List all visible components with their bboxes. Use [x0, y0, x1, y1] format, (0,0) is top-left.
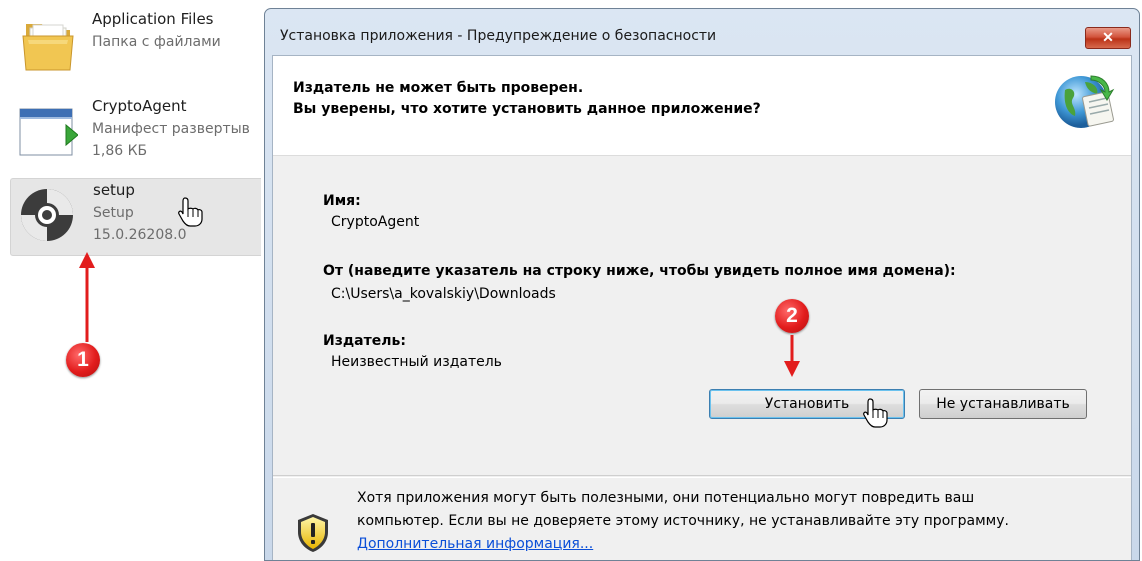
hand-cursor-icon — [178, 197, 203, 227]
security-warning-dialog: Установка приложения - Предупреждение о … — [264, 8, 1140, 561]
warning-text-line2: компьютер. Если вы не доверяете этому ис… — [357, 513, 1009, 529]
file-type: Манифест развертыв — [92, 121, 250, 137]
header-warning-line: Издатель не может быть проверен. — [293, 80, 584, 96]
dialog-footer: Хотя приложения могут быть полезными, он… — [273, 475, 1131, 560]
publisher-value: Неизвестный издатель — [331, 354, 502, 370]
dialog-header: Издатель не может быть проверен. Вы увер… — [273, 56, 1131, 156]
dialog-client-area: Издатель не может быть проверен. Вы увер… — [272, 55, 1132, 560]
hand-cursor-icon — [863, 398, 888, 428]
setup-disc-icon — [21, 189, 73, 241]
file-name: setup — [93, 181, 135, 199]
dont-install-button[interactable]: Не устанавливать — [919, 389, 1087, 419]
header-question-line: Вы уверены, что хотите установить данное… — [293, 101, 761, 117]
annotation-arrow-1 — [79, 252, 95, 342]
step-marker-2: 2 — [775, 299, 809, 333]
annotation-arrow-2 — [784, 335, 800, 377]
file-name: Application Files — [92, 10, 214, 28]
from-label: От (наведите указатель на строку ниже, ч… — [323, 263, 956, 279]
file-name: CryptoAgent — [92, 97, 187, 115]
step-marker-1: 1 — [66, 343, 100, 377]
name-label: Имя: — [323, 193, 361, 209]
manifest-icon — [19, 108, 78, 156]
globe-install-icon — [1055, 75, 1115, 128]
more-info-link[interactable]: Дополнительная информация... — [357, 536, 593, 552]
name-value: CryptoAgent — [331, 214, 420, 230]
from-value[interactable]: C:\Users\a_kovalskiy\Downloads — [331, 286, 556, 302]
publisher-label: Издатель: — [323, 333, 406, 349]
file-type: Setup — [93, 205, 134, 221]
file-item-cryptoagent[interactable]: CryptoAgent Манифест развертыв 1,86 КБ — [10, 95, 260, 171]
file-size: 1,86 КБ — [92, 143, 148, 159]
warning-shield-icon — [298, 514, 328, 552]
dialog-title: Установка приложения - Предупреждение о … — [280, 28, 717, 44]
file-item-application-files[interactable]: Application Files Папка с файлами — [10, 8, 260, 84]
warning-text-line1: Хотя приложения могут быть полезными, он… — [357, 490, 975, 506]
close-button[interactable]: ✕ — [1085, 27, 1131, 49]
file-item-setup[interactable]: setup Setup 15.0.26208.0 — [10, 178, 261, 256]
folder-icon — [22, 24, 74, 71]
file-version: 15.0.26208.0 — [93, 227, 187, 243]
file-type: Папка с файлами — [92, 34, 221, 50]
explorer-file-list: Application Files Папка с файлами Crypto… — [0, 0, 262, 561]
